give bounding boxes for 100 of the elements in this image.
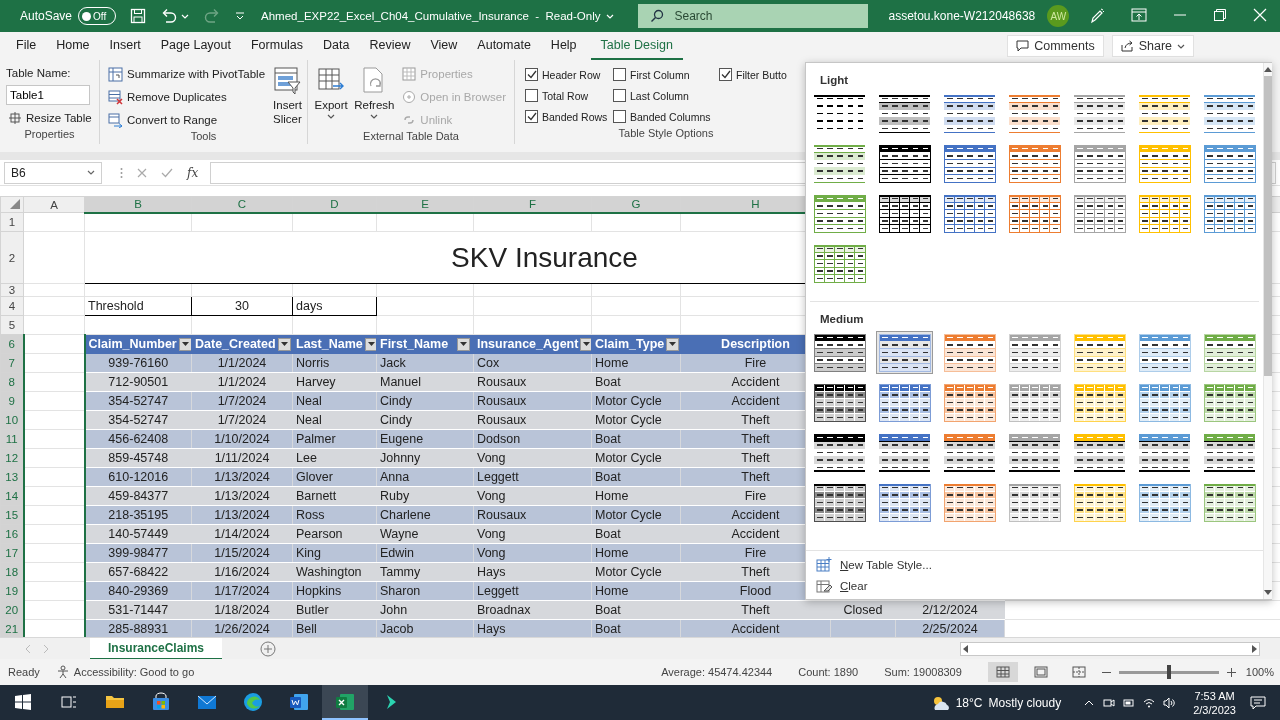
table-style-swatch[interactable] [1136,481,1193,524]
filter-button[interactable] [580,337,591,351]
table-style-swatch[interactable] [876,381,933,424]
table-style-swatch[interactable] [876,331,933,374]
table-style-swatch[interactable] [811,481,868,524]
table-name-field[interactable]: Table1 [6,85,90,105]
column-header[interactable]: D [292,196,377,213]
search-field[interactable]: Search [638,4,869,28]
customize-icon[interactable] [235,11,246,21]
checkbox[interactable] [525,89,538,102]
table-style-swatch[interactable] [1136,142,1193,185]
table-style-swatch[interactable] [876,92,933,135]
file-name-button[interactable]: Ahmed_EXP22_Excel_Ch04_Cumulative_Insurance - Read-Only [261,10,615,22]
table-style-swatch[interactable] [941,92,998,135]
checkbox-option[interactable]: Header Row [525,64,613,85]
table-style-swatch[interactable] [1006,92,1063,135]
command-button[interactable]: Export [314,64,349,130]
checkbox[interactable] [719,68,732,81]
checkbox-option[interactable]: Banded Columns [613,106,719,127]
filter-button[interactable] [364,337,376,351]
table-style-swatch[interactable] [811,431,868,474]
filter-button[interactable] [666,337,680,351]
notification-icon[interactable] [1250,695,1266,710]
table-style-swatch[interactable] [941,381,998,424]
column-header[interactable]: C [191,196,293,213]
comments-button[interactable]: Comments [1007,35,1104,57]
filter-button[interactable] [457,337,470,351]
table-style-swatch[interactable] [1071,481,1128,524]
table-style-swatch[interactable] [1201,381,1258,424]
table-style-swatch[interactable] [941,481,998,524]
column-header[interactable]: F [473,196,592,213]
sheet-tab[interactable]: InsuranceClaims [90,637,223,660]
scroll-left-icon[interactable] [961,643,971,654]
table-style-swatch[interactable] [941,142,998,185]
slider-thumb[interactable] [1166,665,1171,679]
table-style-swatch[interactable] [1006,481,1063,524]
scroll-down-icon[interactable] [1264,590,1272,595]
view-button[interactable] [987,662,1018,682]
table-style-swatch[interactable] [1201,92,1258,135]
table-style-swatch[interactable] [1136,331,1193,374]
table-style-swatch[interactable] [876,481,933,524]
share-button[interactable]: Share [1111,35,1194,57]
table-style-swatch[interactable] [811,331,868,374]
checkbox-option[interactable]: Banded Rows [525,106,613,127]
table-style-swatch[interactable] [1071,192,1128,235]
taskbar-app[interactable] [322,685,368,720]
table-style-swatch[interactable] [811,192,868,235]
table-style-swatch[interactable] [1006,331,1063,374]
wifi-icon[interactable] [1143,696,1156,709]
table-style-swatch[interactable] [1136,431,1193,474]
checkbox[interactable] [613,68,626,81]
resize-table-button[interactable]: Resize Table [6,108,94,128]
ribbon-display-icon[interactable] [1131,8,1147,22]
table-style-swatch[interactable] [941,192,998,235]
table-style-swatch[interactable] [1071,381,1128,424]
table-style-swatch[interactable] [1006,381,1063,424]
table-style-swatch[interactable] [1201,192,1258,235]
ribbon-tab[interactable]: File [6,32,47,60]
filter-button[interactable] [178,337,191,351]
battery-icon[interactable] [1123,696,1136,709]
restore-icon[interactable] [1213,8,1227,22]
ribbon-tab[interactable]: View [420,32,468,60]
table-style-swatch[interactable] [1136,92,1193,135]
checkbox[interactable] [525,68,538,81]
ribbon-tab[interactable]: Formulas [240,32,314,60]
ribbon-tab[interactable]: Review [359,32,421,60]
scroll-up-icon[interactable] [1264,67,1272,72]
checkbox[interactable] [525,110,538,123]
ribbon-tab[interactable]: Home [46,32,100,60]
ribbon-tab[interactable]: Page Layout [150,32,241,60]
checkbox[interactable] [613,89,626,102]
table-style-swatch[interactable] [1006,192,1063,235]
table-style-swatch[interactable] [1071,92,1128,135]
ribbon-tab[interactable]: Data [313,32,360,60]
pen-icon[interactable] [1089,8,1105,24]
table-style-swatch[interactable] [1201,431,1258,474]
table-style-swatch[interactable] [1006,142,1063,185]
scrollbar[interactable] [1263,63,1272,599]
volume-icon[interactable] [1163,696,1176,709]
ribbon-tab[interactable]: Automate [467,32,541,60]
ribbon-tab[interactable]: Insert [99,32,151,60]
column-header[interactable]: B [84,196,192,213]
camera-icon[interactable] [1103,696,1116,709]
zoom-in-icon[interactable] [1226,667,1236,677]
close-icon[interactable] [1253,8,1267,22]
undo-icon[interactable] [160,8,179,24]
column-header[interactable]: G [591,196,681,213]
filter-button[interactable] [277,337,291,351]
table-style-swatch[interactable] [1071,431,1128,474]
column-header[interactable]: A [23,196,85,213]
accessibility-button[interactable]: Accessibility: Good to go [53,662,197,682]
table-style-swatch[interactable] [1136,192,1193,235]
table-style-swatch[interactable] [1071,331,1128,374]
save-icon[interactable] [130,8,147,24]
table-style-swatch[interactable] [1201,142,1258,185]
start-icon[interactable] [15,693,31,710]
name-box[interactable]: B6 [4,161,102,184]
checkbox-option[interactable]: Last Column [613,85,719,106]
table-style-swatch[interactable] [1071,142,1128,185]
column-header[interactable]: E [376,196,474,213]
